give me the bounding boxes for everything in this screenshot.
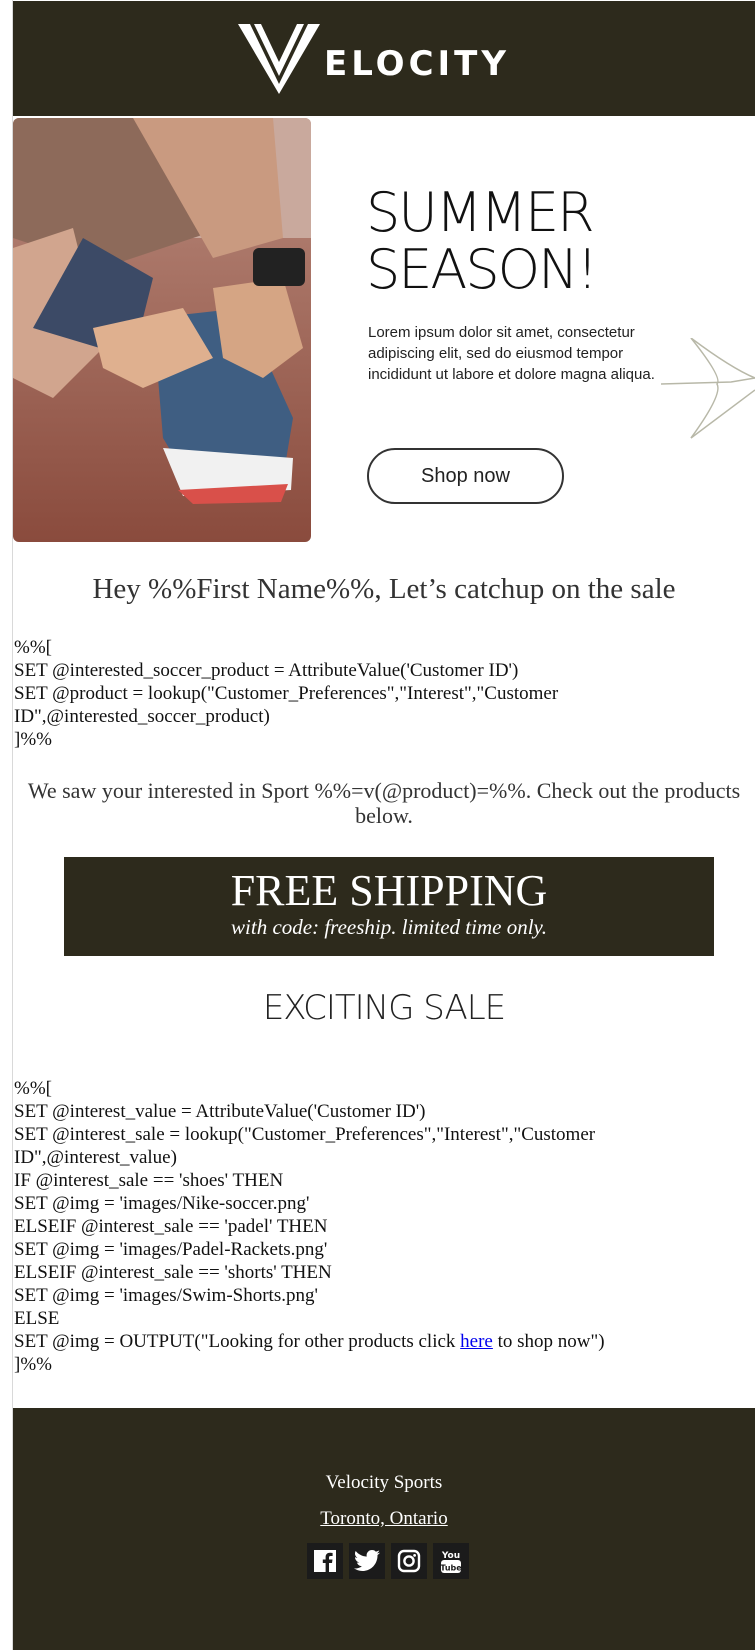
free-shipping-banner: FREE SHIPPING with code: freeship. limit… [64,857,714,956]
svg-text:Tube: Tube [440,1564,462,1573]
interest-message: We saw your interested in Sport %%=v(@pr… [27,778,741,828]
code-line: SET @interested_soccer_product = Attribu… [14,660,519,681]
ampscript-block-1: %%[ SET @interested_soccer_product = Att… [14,636,749,751]
instagram-icon[interactable] [391,1543,427,1579]
code-line: %%[ [14,637,52,658]
youtube-icon[interactable]: You Tube [433,1543,469,1579]
greeting-heading: Hey %%First Name%%, Let’s catchup on the… [92,573,676,605]
code-line: SET @interest_sale = lookup("Customer_Pr… [14,1124,600,1168]
header-banner: ELOCITY [13,1,755,116]
twitter-icon[interactable] [349,1543,385,1579]
shoe-lacing-photo [13,118,311,542]
code-line: ELSEIF @interest_sale == 'shorts' THEN [14,1262,332,1283]
footer-location-link[interactable]: Toronto, Ontario [13,1508,755,1530]
code-line: SET @img = 'images/Nike-soccer.png' [14,1193,310,1214]
velocity-v-logo-icon [238,22,320,96]
social-links: You Tube [307,1543,469,1579]
footer: Velocity Sports Toronto, Ontario You Tube [13,1408,755,1650]
code-line: SET @product = lookup("Customer_Preferen… [14,683,563,727]
brand-wordmark: ELOCITY [324,43,510,84]
code-line: SET @interest_value = AttributeValue('Cu… [14,1101,426,1122]
code-line: ]%% [14,1354,52,1375]
logo[interactable]: ELOCITY [238,22,510,96]
sale-heading: EXCITING SALE [262,988,506,1028]
hero-title-line-2: SEASON! [366,238,598,301]
code-line: SET @img = 'images/Padel-Rackets.png' [14,1239,328,1260]
code-line: ELSEIF @interest_sale == 'padel' THEN [14,1216,328,1237]
shop-now-button[interactable]: Shop now [367,448,564,504]
hero-copy: Lorem ipsum dolor sit amet, consectetur … [368,324,655,383]
decorative-star-icon [660,337,755,453]
ampscript-block-2: %%[ SET @interest_value = AttributeValue… [14,1077,749,1376]
facebook-icon[interactable] [307,1543,343,1579]
free-shipping-subtitle: with code: freeship. limited time only. [231,915,547,939]
code-line: ]%% [14,729,52,750]
here-link[interactable]: here [460,1331,493,1352]
output-text-before: SET @img = OUTPUT("Looking for other pro… [14,1331,461,1352]
email-canvas: ELOCITY SUMMER SEASON! Lorem ipsum dolor… [0,0,755,1650]
code-line: ELSE [14,1308,60,1329]
free-shipping-title: FREE SHIPPING [230,866,548,915]
hero-title-line-1: SUMMER [366,181,595,244]
code-line-output: SET @img = OUTPUT("Looking for other pro… [14,1330,749,1353]
output-text-after: to shop now") [492,1331,605,1352]
code-line: %%[ [14,1078,52,1099]
code-line: SET @img = 'images/Swim-Shorts.png' [14,1285,318,1306]
hero-title: SUMMER SEASON! [366,184,706,298]
footer-company-name: Velocity Sports [325,1472,443,1493]
code-line: IF @interest_sale == 'shoes' THEN [14,1170,284,1191]
svg-text:You: You [441,1551,460,1561]
hero-banner: SUMMER SEASON! Lorem ipsum dolor sit ame… [13,118,755,544]
